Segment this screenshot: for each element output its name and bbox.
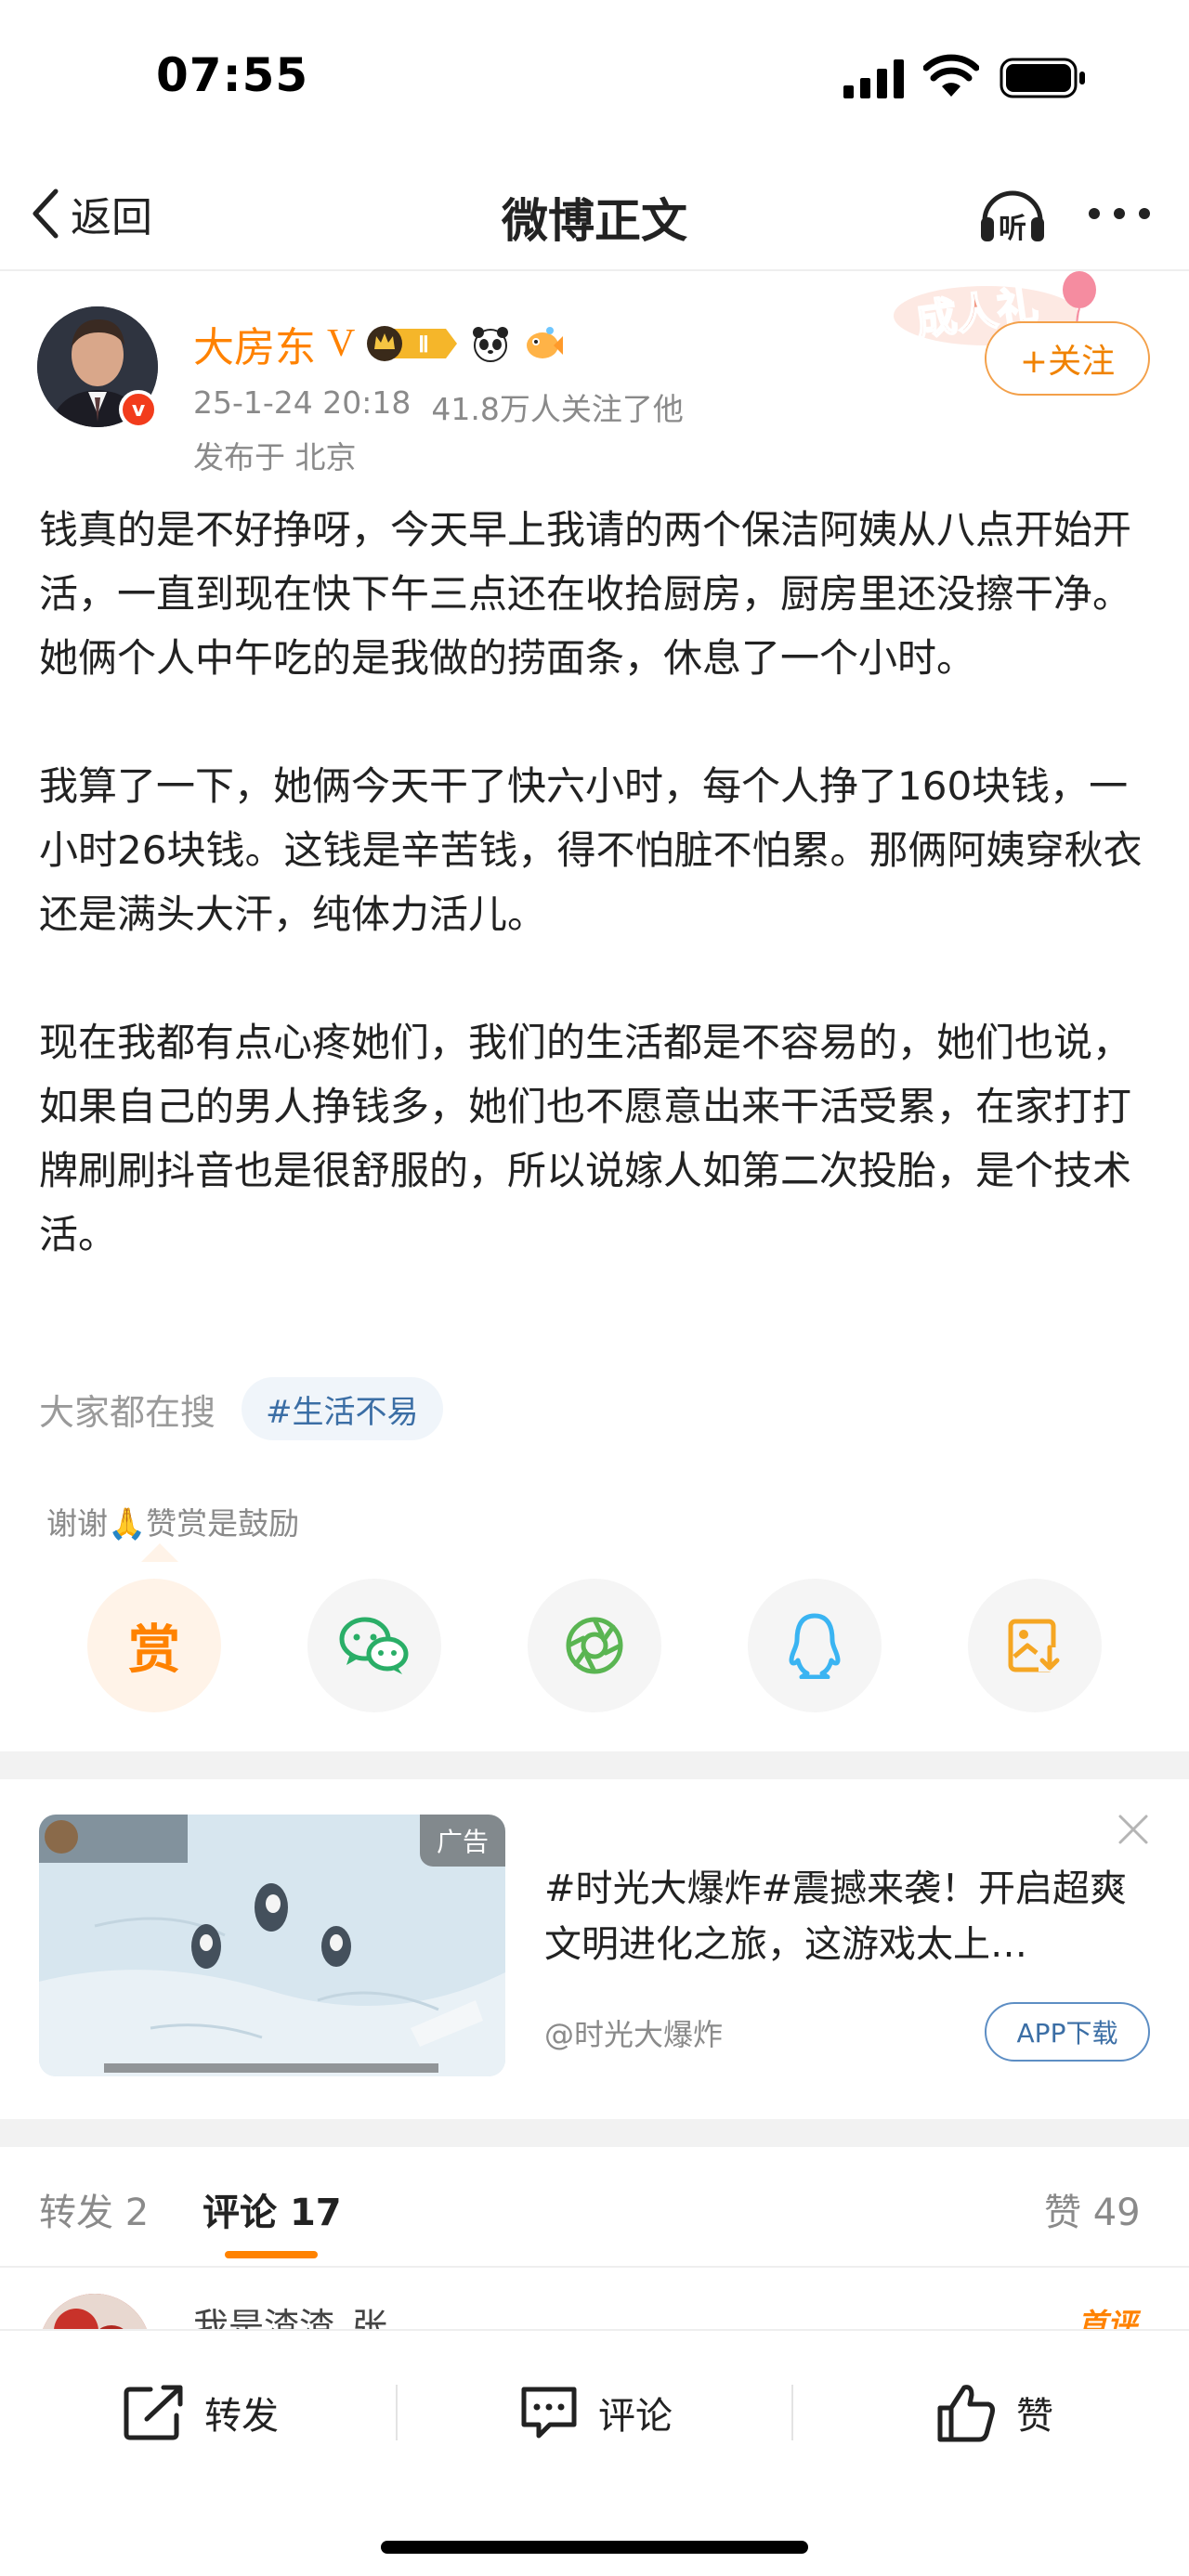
comment-icon — [521, 2387, 577, 2439]
tab-likes-label: 赞 — [1044, 2192, 1081, 2234]
save-image-icon — [1008, 1619, 1061, 1672]
post-time: 25-1-24 20:18 — [193, 384, 412, 421]
tab-reposts-count: 2 — [124, 2192, 150, 2234]
vip-v-mark: V — [327, 322, 356, 365]
comment-label: 评论 — [598, 2395, 673, 2438]
back-button[interactable]: 返回 — [30, 176, 152, 251]
like-label: 赞 — [1016, 2395, 1053, 2438]
post-meta: 25-1-24 20:18 41.8万人关注了他 — [193, 384, 684, 429]
action-divider — [396, 2385, 398, 2440]
verified-badge-icon: v — [119, 390, 158, 429]
bottom-action-bar: 转发 评论 赞 — [0, 2329, 1189, 2576]
post-body: 钱真的是不好挣呀，今天早上我请的两个保洁阿姨从八点开始开活，一直到现在快下午三点… — [39, 498, 1154, 1267]
qq-icon — [789, 1613, 841, 1679]
reward-button[interactable]: 赏 — [87, 1579, 221, 1712]
thumbs-up-icon — [937, 2385, 995, 2442]
tab-likes[interactable]: 赞 49 — [1044, 2182, 1141, 2236]
member-level-badge-icon[interactable]: Ⅱ — [366, 323, 459, 364]
trending-hashtag[interactable]: #生活不易 — [242, 1377, 443, 1440]
listen-headphones-icon[interactable]: 听 — [977, 178, 1048, 249]
active-tab-indicator — [225, 2251, 318, 2258]
tab-comments-label: 评论 — [203, 2192, 277, 2234]
repost-icon — [124, 2385, 183, 2440]
ad-game-image[interactable]: 广告 — [39, 1815, 505, 2076]
verified-glyph: v — [131, 397, 146, 422]
share-qq-button[interactable] — [748, 1579, 882, 1712]
post-paragraph: 我算了一下，她俩今天干了快六小时，每个人挣了160块钱，一小时26块钱。这钱是辛… — [39, 763, 1143, 937]
comment-button[interactable]: 评论 — [518, 2375, 673, 2450]
like-button[interactable]: 赞 — [936, 2375, 1053, 2450]
tab-comments[interactable]: 评论 17 — [203, 2182, 342, 2236]
status-time: 07:55 — [156, 48, 309, 102]
close-icon[interactable] — [1115, 1811, 1152, 1848]
wifi-icon — [923, 54, 979, 97]
ad-advertiser[interactable]: @时光大爆炸 — [544, 2011, 723, 2054]
author-name[interactable]: 大房东 — [193, 314, 316, 373]
reward-pointer-icon — [141, 1543, 178, 1562]
action-divider — [791, 2385, 793, 2440]
ad-tag: 广告 — [419, 1815, 505, 1867]
panda-badge-icon[interactable] — [470, 323, 511, 364]
tab-comments-count: 17 — [289, 2192, 342, 2234]
post-paragraph: 钱真的是不好挣呀，今天早上我请的两个保洁阿姨从八点开始开活，一直到现在快下午三点… — [39, 507, 1132, 681]
praying-hands-emoji: 🙏 — [108, 1505, 147, 1542]
share-moments-button[interactable] — [528, 1579, 661, 1712]
tab-reposts[interactable]: 转发 2 — [39, 2182, 149, 2236]
post-location: 发布于 北京 — [193, 439, 357, 475]
wechat-icon — [339, 1617, 409, 1674]
trending-search-row: 大家都在搜 #生活不易 — [39, 1374, 443, 1443]
tab-reposts-label: 转发 — [39, 2192, 113, 2234]
share-wechat-button[interactable] — [307, 1579, 441, 1712]
share-row: 赏 — [87, 1579, 1102, 1714]
member-level-text: Ⅱ — [418, 333, 429, 358]
repost-button[interactable]: 转发 — [123, 2375, 279, 2450]
cellular-signal-icon — [843, 59, 904, 98]
fish-badge-icon[interactable] — [522, 323, 564, 364]
trending-search-label: 大家都在搜 — [39, 1391, 216, 1433]
reward-note-thanks: 谢谢 — [46, 1505, 108, 1542]
battery-icon — [1000, 58, 1085, 98]
follow-button[interactable]: +关注 — [985, 321, 1150, 396]
moments-icon — [566, 1617, 623, 1674]
ad-description[interactable]: #时光大爆炸#震撼来袭！开启超爽文明进化之旅，这游戏太上… — [544, 1861, 1148, 1972]
balloon-icon — [1063, 271, 1096, 308]
chevron-left-icon — [33, 189, 59, 239]
more-options-icon[interactable] — [1087, 193, 1152, 234]
follower-count: 41.8万人关注了他 — [431, 391, 684, 427]
repost-label: 转发 — [204, 2395, 279, 2438]
nav-bar: 返回 微博正文 听 — [0, 158, 1189, 271]
listen-glyph: 听 — [999, 213, 1026, 245]
status-bar: 07:55 — [0, 0, 1189, 158]
save-image-button[interactable] — [968, 1579, 1102, 1712]
section-divider — [0, 1751, 1189, 1779]
reward-icon: 赏 — [128, 1620, 180, 1681]
back-label: 返回 — [71, 194, 152, 241]
reward-note: 谢谢🙏赞赏是鼓励 — [46, 1499, 299, 1543]
author-line: 大房东 V Ⅱ — [193, 314, 564, 373]
interaction-tabs: 转发 2 评论 17 赞 49 — [0, 2153, 1189, 2268]
post-paragraph: 现在我都有点心疼她们，我们的生活都是不容易的，她们也说，如果自己的男人挣钱多，她… — [39, 1020, 1132, 1257]
app-download-button[interactable]: APP下载 — [985, 2002, 1150, 2062]
tab-likes-count: 49 — [1092, 2192, 1141, 2234]
reward-note-text: 赞赏是鼓励 — [146, 1505, 300, 1542]
section-divider — [0, 2119, 1189, 2147]
home-indicator — [381, 2541, 808, 2554]
